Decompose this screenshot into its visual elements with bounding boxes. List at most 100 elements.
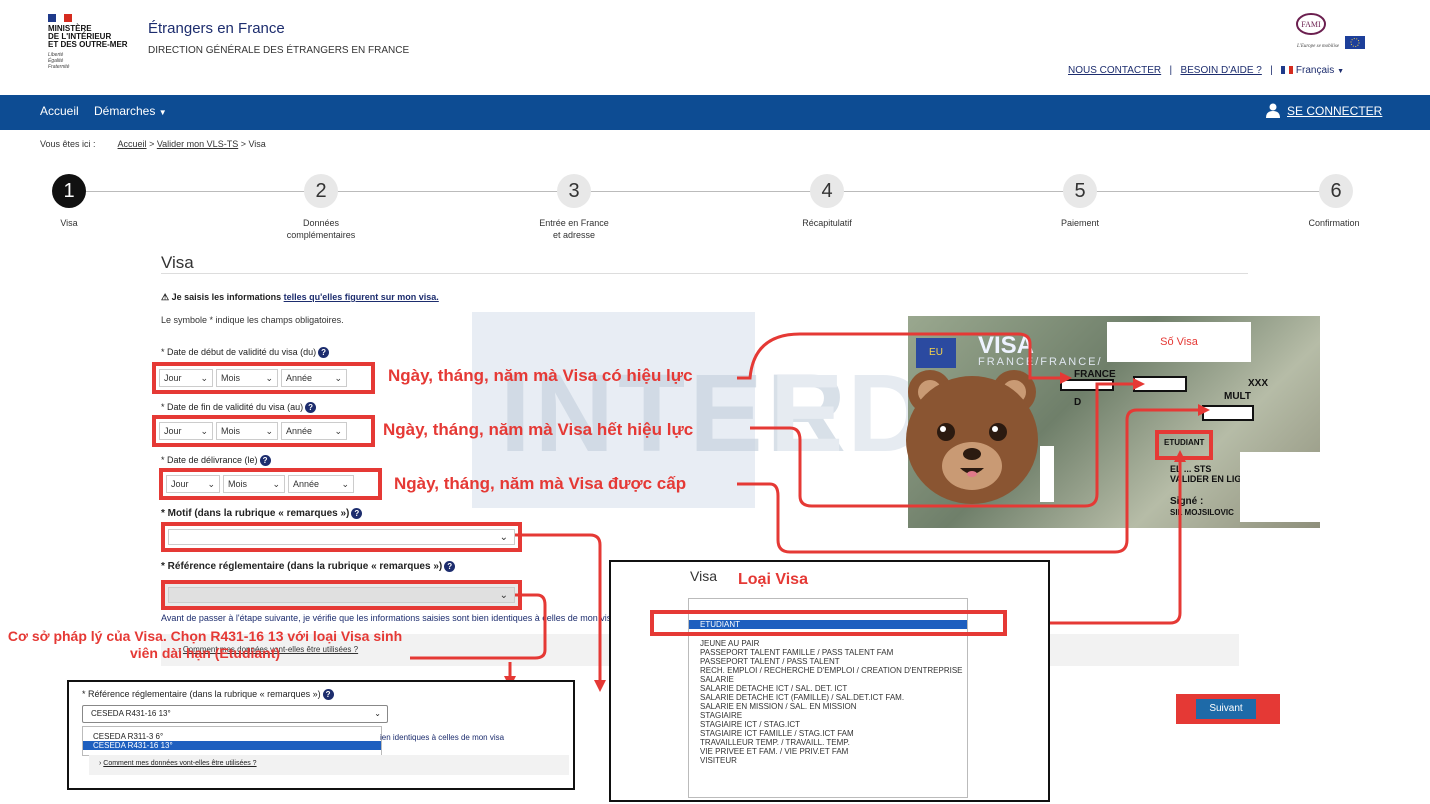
visa-option[interactable]: SALARIE EN MISSION / SAL. EN MISSION (689, 702, 967, 711)
french-flag-icon (1281, 66, 1294, 75)
user-icon (1266, 103, 1280, 118)
help-question-icon[interactable]: ? (444, 561, 456, 572)
help-question-icon[interactable]: ? (259, 455, 271, 467)
step-6-label: Confirmation (1308, 218, 1360, 228)
visa-option[interactable]: SALARIE DETACHE ICT (FAMILLE) / SAL.DET.… (689, 693, 967, 702)
caret-down-icon: ▼ (1337, 68, 1344, 75)
start-year-select[interactable]: Année ⌄ (281, 369, 347, 387)
stepper-line (72, 191, 1342, 192)
issue-year-select[interactable]: Année ⌄ (288, 475, 354, 493)
help-link[interactable]: BESOIN D'AIDE ? (1180, 65, 1261, 76)
motif-select-highlight: ⌄ (161, 522, 522, 552)
chevron-down-icon: ⌄ (334, 372, 342, 383)
redaction-box (1060, 379, 1114, 391)
language-selector[interactable]: Français ▼ (1281, 65, 1344, 76)
visa-option[interactable]: TRAVAILLEUR TEMP. / TRAVAILL. TEMP. (689, 738, 967, 747)
ref-label: * Référence réglementaire (dans la rubri… (161, 561, 456, 572)
warning-link[interactable]: telles qu'elles figurent sur mon visa. (284, 292, 439, 302)
warning-text: ⚠ Je saisis les informations telles qu'e… (161, 292, 439, 302)
nav-procedures-label: Démarches (94, 104, 156, 118)
help-question-icon[interactable]: ? (351, 508, 363, 519)
end-month-select[interactable]: Mois ⌄ (216, 422, 278, 440)
visa-card-signer: SIL MOJSILOVIC (1170, 508, 1234, 517)
caret-down-icon: ▼ (158, 108, 167, 117)
visa-option[interactable]: SALARIE DETACHE ICT / SAL. DET. ICT (689, 684, 967, 693)
chevron-down-icon: ⌄ (200, 372, 208, 383)
visa-option[interactable]: SALARIE (689, 675, 967, 684)
annotation-issue-date: Ngày, tháng, năm mà Visa được cấp (394, 474, 687, 493)
ref-dropdown-select[interactable]: CESEDA R431-16 13° ⌄ (82, 705, 388, 723)
chevron-down-icon: ⌄ (272, 478, 280, 489)
chevron-down-icon: ⌄ (499, 532, 508, 543)
issue-day-select[interactable]: Jour ⌄ (166, 475, 220, 493)
step-3-circle: 3 (557, 174, 591, 208)
visa-panel-heading: Visa (690, 568, 717, 584)
motif-select[interactable]: ⌄ (168, 529, 515, 545)
start-date-group: Jour ⌄ Mois ⌄ Année ⌄ (152, 362, 375, 394)
language-label: Français (1295, 65, 1335, 76)
nav-home[interactable]: Accueil (40, 104, 79, 118)
visa-option[interactable]: JEUNE AU PAIR (689, 639, 967, 648)
etudiant-highlight (1155, 430, 1213, 460)
chevron-down-icon: ⌄ (265, 425, 273, 436)
required-legend: Le symbole * indique les champs obligato… (161, 315, 344, 325)
site-title[interactable]: Étrangers en France (148, 20, 285, 37)
issue-month-select[interactable]: Mois ⌄ (223, 475, 285, 493)
visa-number-label: Số Visa (1107, 322, 1251, 362)
start-day-select[interactable]: Jour ⌄ (159, 369, 213, 387)
visa-option[interactable]: STAGIAIRE ICT / STAG.ICT (689, 720, 967, 729)
start-date-label: * Date de début de validité du visa (du)… (161, 347, 330, 359)
next-button[interactable]: Suivant (1196, 699, 1256, 719)
visa-option[interactable]: PASSEPORT TALENT FAMILLE / PASS TALENT F… (689, 648, 967, 657)
separator: | (1270, 65, 1273, 76)
end-day-select[interactable]: Jour ⌄ (159, 422, 213, 440)
login-link[interactable]: SE CONNECTER (1287, 104, 1382, 118)
visa-option[interactable]: VIE PRIVEE ET FAM. / VIE PRIV.ET FAM (689, 747, 967, 756)
ministry-logo-text: MINISTÈRE DE L'INTÉRIEUR ET DES OUTRE-ME… (48, 24, 128, 49)
fami-logo: FAMI L'Europe se mobilise (1296, 13, 1365, 49)
visa-card-stamp: EL ... STS (1170, 464, 1212, 474)
chevron-down-icon: ⌄ (341, 478, 349, 489)
step-5-label: Paiement (1060, 218, 1100, 228)
nav-procedures-menu[interactable]: Démarches ▼ (94, 104, 167, 118)
breadcrumb-validate[interactable]: Valider mon VLS-TS (157, 139, 238, 149)
redaction-box (1240, 452, 1320, 522)
chevron-down-icon: ⌄ (334, 425, 342, 436)
main-navbar (0, 95, 1430, 130)
ref-select[interactable]: ⌄ (168, 587, 515, 603)
annotation-legal-basis: Cơ sở pháp lý của Visa. Chọn R431-16 13 … (7, 628, 403, 661)
visa-option[interactable]: RECH. EMPLOI / RECHERCHE D'EMPLOI / CREA… (689, 666, 967, 675)
ref-option[interactable]: CESEDA R311-3 6° (83, 727, 381, 741)
end-year-select[interactable]: Année ⌄ (281, 422, 347, 440)
issue-date-label: * Date de délivrance (le)? (161, 455, 271, 467)
ref-panel-link[interactable]: › Comment mes données vont-elles être ut… (99, 760, 257, 767)
annotation-end-date: Ngày, tháng, năm mà Visa hết hiệu lực (383, 420, 694, 439)
motif-label: * Motif (dans la rubrique « remarques »)… (161, 508, 363, 519)
annotation-visa-type: Loại Visa (738, 571, 808, 588)
visa-option[interactable]: STAGIAIRE ICT FAMILLE / STAG.ICT FAM (689, 729, 967, 738)
chevron-down-icon: ⌄ (374, 709, 381, 718)
redaction-box (1202, 405, 1254, 421)
visa-option[interactable]: PASSEPORT TALENT / PASS TALENT (689, 657, 967, 666)
start-month-select[interactable]: Mois ⌄ (216, 369, 278, 387)
visa-card-signed: Signé : (1170, 496, 1204, 507)
help-question-icon[interactable]: ? (318, 347, 330, 359)
chevron-down-icon: ⌄ (200, 425, 208, 436)
redaction-box (1040, 446, 1054, 502)
breadcrumb-current: > Visa (238, 139, 266, 149)
help-question-icon[interactable]: ? (322, 689, 334, 701)
breadcrumb-home[interactable]: Accueil (118, 139, 147, 149)
end-date-group: Jour ⌄ Mois ⌄ Année ⌄ (152, 415, 375, 447)
step-2-label: Données complémentaires (286, 218, 356, 240)
step-1-circle: 1 (52, 174, 86, 208)
verify-note: Avant de passer à l'étape suivante, je v… (161, 613, 611, 623)
ref-panel-note: ien identiques à celles de mon visa (380, 733, 505, 742)
visa-card-xxx: XXX (1248, 378, 1269, 389)
issue-date-group: Jour ⌄ Mois ⌄ Année ⌄ (159, 468, 382, 500)
contact-link[interactable]: NOUS CONTACTER (1068, 65, 1161, 76)
ref-option-selected[interactable]: CESEDA R431-16 13° (83, 741, 381, 750)
visa-option[interactable]: VISITEUR (689, 756, 967, 765)
help-question-icon[interactable]: ? (305, 402, 317, 414)
visa-option[interactable]: STAGIAIRE (689, 711, 967, 720)
end-date-label: * Date de fin de validité du visa (au)? (161, 402, 317, 414)
